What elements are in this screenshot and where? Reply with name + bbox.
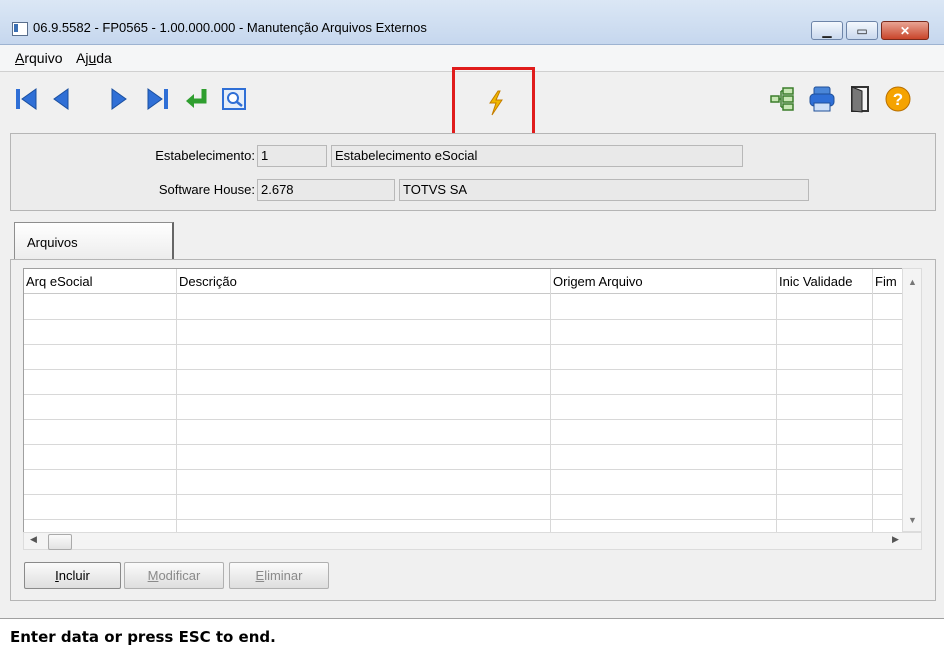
row-divider — [24, 369, 902, 370]
row-divider — [24, 419, 902, 420]
row-divider — [24, 394, 902, 395]
help-icon[interactable]: ? — [884, 85, 912, 113]
scroll-down-icon[interactable]: ▼ — [908, 515, 917, 525]
app-window: 06.9.5582 - FP0565 - 1.00.000.000 - Manu… — [0, 0, 944, 654]
menu-arquivo[interactable]: Arquivo — [15, 50, 62, 66]
row-divider — [24, 469, 902, 470]
column-header-fim[interactable]: Fim — [875, 274, 897, 289]
grid-header: Arq eSocial Descrição Origem Arquivo Ini… — [24, 269, 902, 294]
close-icon: ✕ — [899, 24, 911, 38]
lightning-icon[interactable] — [482, 89, 510, 117]
header-panel: Estabelecimento: 1 Estabelecimento eSoci… — [10, 133, 936, 211]
tree-structure-icon[interactable] — [768, 85, 796, 113]
column-header-descricao[interactable]: Descrição — [179, 274, 237, 289]
tab-arquivos[interactable]: Arquivos — [14, 222, 174, 260]
software-house-name-field: TOTVS SA — [399, 179, 809, 201]
minimize-button[interactable]: ▁ — [811, 21, 843, 40]
maximize-icon: ▭ — [856, 24, 868, 38]
prev-record-icon[interactable] — [48, 85, 76, 113]
close-button[interactable]: ✕ — [881, 21, 929, 40]
window-title: 06.9.5582 - FP0565 - 1.00.000.000 - Manu… — [33, 20, 427, 35]
menu-ajuda[interactable]: Ajuda — [76, 50, 112, 66]
scroll-thumb[interactable] — [48, 534, 72, 550]
print-icon[interactable] — [808, 85, 836, 113]
app-icon — [12, 22, 28, 36]
tab-arquivos-label: Arquivos — [27, 235, 78, 250]
row-divider — [24, 444, 902, 445]
first-record-icon[interactable] — [12, 85, 40, 113]
title-bar: 06.9.5582 - FP0565 - 1.00.000.000 - Manu… — [0, 0, 944, 45]
tab-panel-arquivos: Arq eSocial Descrição Origem Arquivo Ini… — [10, 259, 936, 601]
column-header-inic-validade[interactable]: Inic Validade — [779, 274, 852, 289]
maximize-button[interactable]: ▭ — [846, 21, 878, 40]
toolbar: ? — [8, 67, 936, 144]
software-house-label: Software House: — [158, 182, 255, 197]
grid-vertical-scrollbar[interactable]: ▲ ▼ — [902, 268, 922, 532]
estabelecimento-name-field: Estabelecimento eSocial — [331, 145, 743, 167]
grid-horizontal-scrollbar[interactable]: ◀ ▶ — [23, 532, 922, 550]
eliminar-button[interactable]: Eliminar — [229, 562, 329, 589]
scroll-left-icon[interactable]: ◀ — [30, 534, 37, 545]
modificar-button[interactable]: Modificar — [124, 562, 224, 589]
software-house-code-field[interactable]: 2.678 — [257, 179, 395, 201]
scroll-up-icon[interactable]: ▲ — [908, 277, 917, 287]
row-divider — [24, 519, 902, 520]
goto-icon[interactable] — [182, 85, 210, 113]
incluir-button[interactable]: Incluir — [24, 562, 121, 589]
minimize-icon: ▁ — [822, 24, 832, 38]
files-grid[interactable]: Arq eSocial Descrição Origem Arquivo Ini… — [23, 268, 903, 534]
estabelecimento-code-field[interactable]: 1 — [257, 145, 327, 167]
search-zoom-icon[interactable] — [220, 85, 248, 113]
estabelecimento-label: Estabelecimento: — [155, 148, 255, 163]
row-divider — [24, 319, 902, 320]
last-record-icon[interactable] — [144, 85, 172, 113]
column-header-arq-esocial[interactable]: Arq eSocial — [26, 274, 92, 289]
column-header-origem-arquivo[interactable]: Origem Arquivo — [553, 274, 643, 289]
row-divider — [24, 494, 902, 495]
row-divider — [24, 344, 902, 345]
status-bar: Enter data or press ESC to end. — [0, 618, 944, 654]
status-text: Enter data or press ESC to end. — [10, 628, 276, 646]
next-record-icon[interactable] — [104, 85, 132, 113]
scroll-right-icon[interactable]: ▶ — [892, 534, 899, 545]
exit-door-icon[interactable] — [846, 85, 874, 113]
svg-text:?: ? — [893, 90, 903, 109]
